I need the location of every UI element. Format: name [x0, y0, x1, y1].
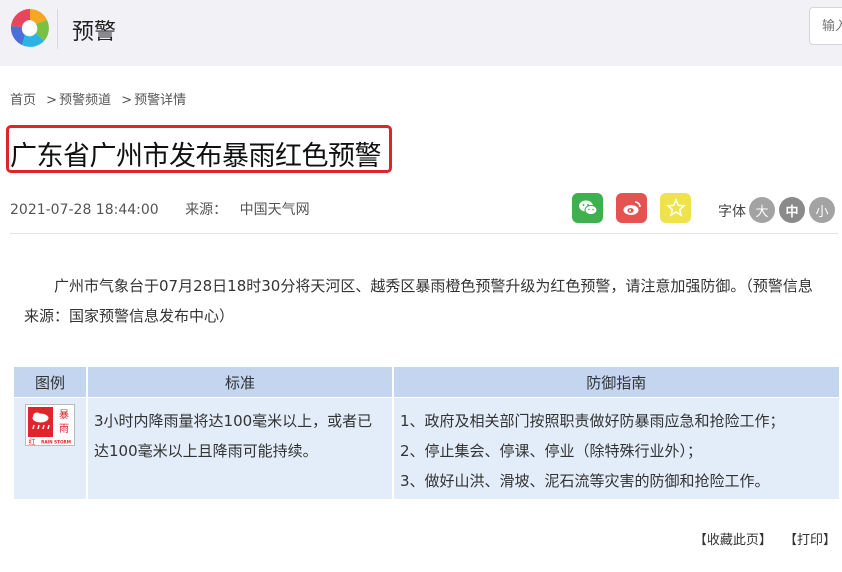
- print-link[interactable]: 【打印】: [784, 533, 836, 548]
- source-value: 中国天气网: [239, 202, 310, 218]
- guidance-list: 1、政府及相关部门按照职责做好防暴雨应急和抢险工作； 2、停止集会、停课、停业（…: [394, 398, 839, 496]
- article-meta: 2021-07-28 18:44:00 来源： 中国天气网: [10, 199, 310, 219]
- table-header-legend: 图例: [12, 366, 88, 398]
- star-icon: [665, 198, 686, 217]
- search-input[interactable]: [809, 7, 842, 45]
- page-title: 广东省广州市发布暴雨红色预警: [10, 141, 382, 172]
- weibo-icon: [623, 201, 641, 215]
- site-logo-icon[interactable]: [8, 6, 52, 50]
- meta-divider: [10, 233, 838, 234]
- site-header: 预警: [0, 0, 842, 66]
- article-body: 广州市气象台于07月28日18时30分将天河区、越秀区暴雨橙色预警升级为红色预警…: [24, 277, 813, 325]
- header-divider: [57, 9, 58, 49]
- publish-datetime: 2021-07-28 18:44:00: [10, 202, 159, 218]
- breadcrumb-home[interactable]: 首页: [10, 93, 36, 108]
- table-header-row: 图例 标准 防御指南: [12, 366, 840, 398]
- favorite-button[interactable]: [660, 193, 691, 223]
- svg-text:RAIN STORM: RAIN STORM: [41, 440, 71, 445]
- font-size-medium-button[interactable]: 中: [779, 197, 805, 223]
- guidance-cell: 1、政府及相关部门按照职责做好防暴雨应急和抢险工作； 2、停止集会、停课、停业（…: [392, 397, 840, 500]
- svg-text:暴: 暴: [59, 409, 69, 421]
- standard-text: 3小时内降雨量将达100毫米以上，或者已达100毫米以上且降雨可能持续。: [94, 412, 373, 460]
- list-item: 3、做好山洪、滑坡、泥石流等灾害的防御和抢险工作。: [400, 472, 770, 490]
- warning-guide-table: 图例 标准 防御指南 暴 雨 红 RAIN STORM 3小时内降雨量将达100…: [12, 366, 840, 500]
- font-size-small-button[interactable]: 小: [809, 197, 835, 223]
- site-title: 预警: [72, 20, 117, 45]
- breadcrumb-separator: >: [46, 93, 58, 108]
- legend-cell: 暴 雨 红 RAIN STORM: [12, 397, 88, 500]
- wechat-icon: [578, 200, 597, 216]
- rainstorm-red-warning-icon: 暴 雨 红 RAIN STORM: [25, 404, 75, 446]
- breadcrumb-warning-channel[interactable]: 预警频道: [59, 93, 111, 108]
- breadcrumb-separator: >: [121, 93, 133, 108]
- breadcrumb-warning-detail[interactable]: 预警详情: [134, 93, 186, 108]
- svg-text:雨: 雨: [59, 424, 69, 435]
- font-size-label: 字体: [718, 204, 746, 220]
- share-wechat-button[interactable]: [572, 193, 603, 223]
- breadcrumb: 首页 > 预警频道 > 预警详情: [10, 89, 186, 108]
- bookmark-link[interactable]: 【收藏此页】: [694, 533, 772, 548]
- svg-text:红: 红: [29, 437, 36, 446]
- list-item: 2、停止集会、停课、停业（除特殊行业外）；: [400, 442, 703, 460]
- source-label: 来源：: [185, 202, 228, 218]
- table-row: 暴 雨 红 RAIN STORM 3小时内降雨量将达100毫米以上，或者已达10…: [12, 397, 840, 500]
- table-header-standard: 标准: [86, 366, 394, 398]
- share-weibo-button[interactable]: [616, 193, 647, 223]
- font-size-large-button[interactable]: 大: [749, 197, 775, 223]
- table-header-guidance: 防御指南: [392, 366, 840, 398]
- footer-links: 【收藏此页】 【打印】: [686, 529, 836, 548]
- standard-cell: 3小时内降雨量将达100毫米以上，或者已达100毫米以上且降雨可能持续。: [86, 397, 394, 500]
- list-item: 1、政府及相关部门按照职责做好防暴雨应急和抢险工作；: [400, 412, 785, 430]
